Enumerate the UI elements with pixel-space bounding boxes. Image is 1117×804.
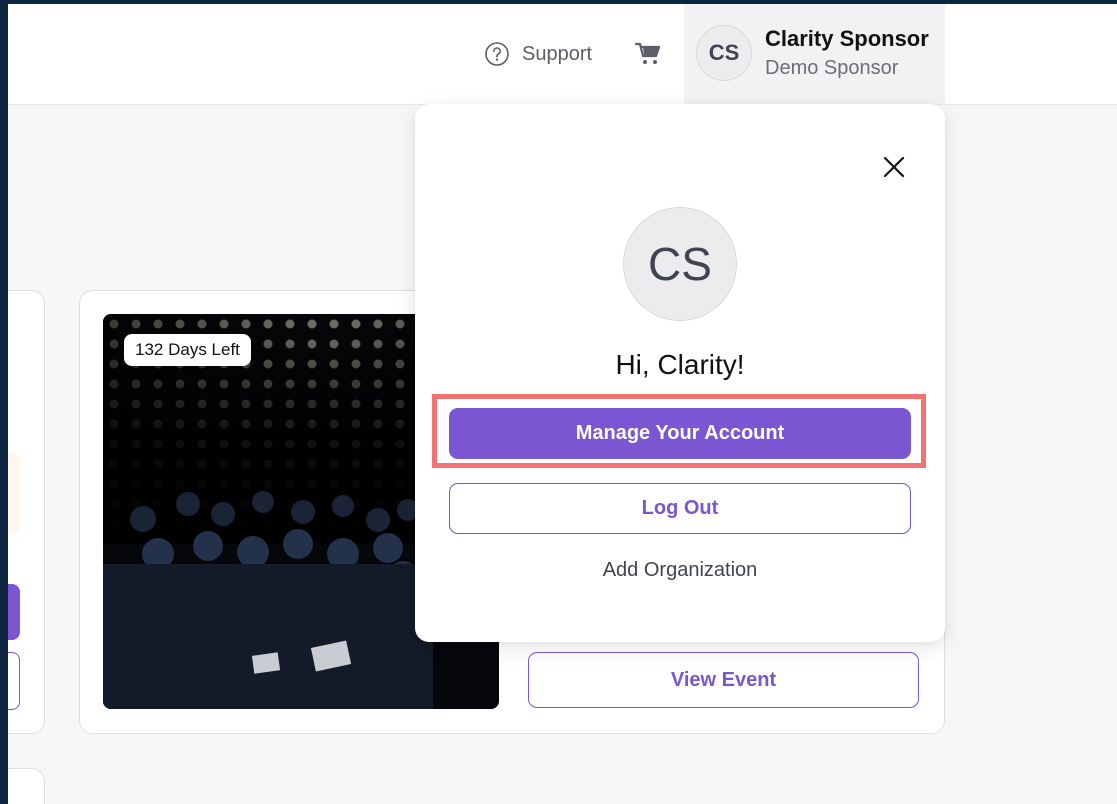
support-label: Support xyxy=(522,42,593,65)
days-left-badge: 132 Days Left xyxy=(124,334,251,366)
profile-avatar: CS xyxy=(623,207,737,321)
account-dropdown: CS Hi, Clarity! Manage Your Account Log … xyxy=(415,104,945,642)
close-icon[interactable] xyxy=(880,153,908,181)
logout-button[interactable]: Log Out xyxy=(449,483,911,534)
add-organization-link[interactable]: Add Organization xyxy=(415,559,945,582)
primary-button-partial[interactable] xyxy=(8,584,20,640)
support-link[interactable]: Support xyxy=(484,41,592,67)
manage-account-button[interactable]: Manage Your Account xyxy=(449,408,911,459)
avatar: CS xyxy=(696,25,752,81)
info-panel-partial xyxy=(8,452,20,534)
user-name: Clarity Sponsor xyxy=(765,26,929,51)
top-navigation-bar: Support CS Clarity Sponsor Demo Sponsor xyxy=(8,4,1117,105)
user-organization: Demo Sponsor xyxy=(765,57,899,79)
view-event-button[interactable]: View Event xyxy=(528,652,919,708)
cart-button[interactable] xyxy=(634,41,661,72)
event-card-partial-lower xyxy=(8,768,45,804)
user-menu-toggle[interactable]: CS Clarity Sponsor Demo Sponsor xyxy=(684,4,945,104)
cart-icon xyxy=(634,42,661,71)
secondary-button-partial[interactable] xyxy=(8,652,20,710)
question-circle-icon xyxy=(484,41,510,67)
greeting: Hi, Clarity! xyxy=(615,349,745,380)
app-window: Support CS Clarity Sponsor Demo Sponsor xyxy=(8,4,1117,804)
